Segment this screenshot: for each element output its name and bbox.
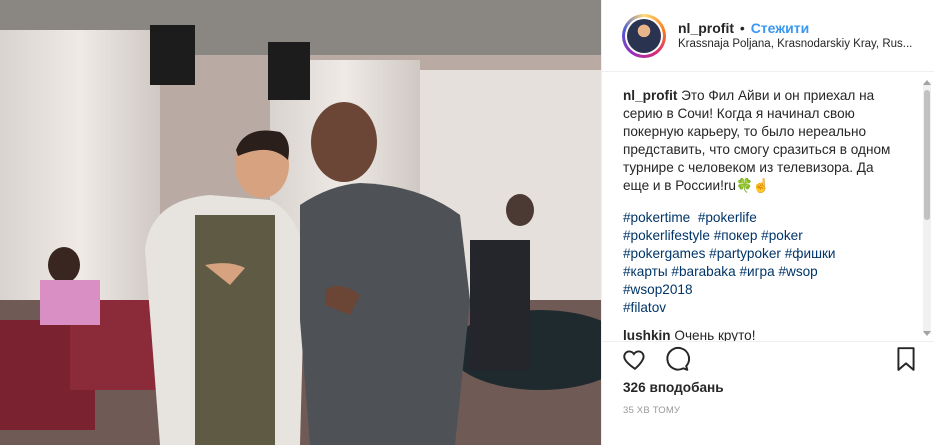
hashtag[interactable]: #карты [623,264,668,279]
likes-count[interactable]: 326 вподобань [623,380,724,395]
scrollbar-thumb[interactable] [924,90,930,220]
header-username[interactable]: nl_profit [678,20,734,36]
hashtag[interactable]: #wsop2018 [623,282,693,297]
caption-username[interactable]: nl_profit [623,88,677,103]
photo-scene [0,0,601,445]
hashtag[interactable]: #pokergames [623,246,705,261]
comment-username[interactable]: lushkin [623,328,671,341]
post-header: nl_profit • Стежити Krassnaja Poljana, K… [602,0,934,72]
post-actions: 326 вподобань 35 ХВ ТОМУ [602,341,934,445]
comment-text: Очень круто! [674,328,756,341]
avatar-image [627,18,661,53]
hashtag[interactable]: #filatov [623,300,666,315]
heart-icon[interactable] [622,346,648,377]
hashtag[interactable]: #pokerlifestyle [623,228,710,243]
hashtag-list: #pokertime #pokerlife #pokerlifestyle #п… [623,209,899,317]
location-link[interactable]: Krassnaja Poljana, Krasnodarskiy Kray, R… [678,37,916,51]
hashtag[interactable]: #фишки [785,246,836,261]
hashtag[interactable]: #barabaka [671,264,735,279]
hashtag[interactable]: #partypoker [709,246,781,261]
follow-button[interactable]: Стежити [751,20,810,36]
avatar[interactable] [622,13,666,58]
hashtag[interactable]: #pokertime [623,210,690,225]
post-photo[interactable] [0,0,601,445]
header-separator: • [739,19,745,36]
caption: nl_profit Это Фил Айви и он приехал на с… [623,87,899,195]
comments-list[interactable]: nl_profit Это Фил Айви и он приехал на с… [602,73,922,341]
comment-icon[interactable] [664,346,690,377]
scroll-up-icon[interactable] [923,80,931,85]
post-timestamp[interactable]: 35 ХВ ТОМУ [623,405,680,416]
scroll-down-icon[interactable] [923,331,931,336]
hashtag[interactable]: #wsop [778,264,817,279]
caption-text: Это Фил Айви и он приехал на серию в Соч… [623,88,891,193]
hashtag[interactable]: #покер [714,228,758,243]
hashtag[interactable]: #игра [739,264,774,279]
hashtag[interactable]: #pokerlife [698,210,757,225]
comments-scrollbar[interactable] [923,80,931,336]
bookmark-icon[interactable] [894,346,918,377]
comment: lushkin Очень круто! [623,327,922,341]
post-sidebar: nl_profit • Стежити Krassnaja Poljana, K… [601,0,934,445]
hashtag[interactable]: #poker [761,228,803,243]
